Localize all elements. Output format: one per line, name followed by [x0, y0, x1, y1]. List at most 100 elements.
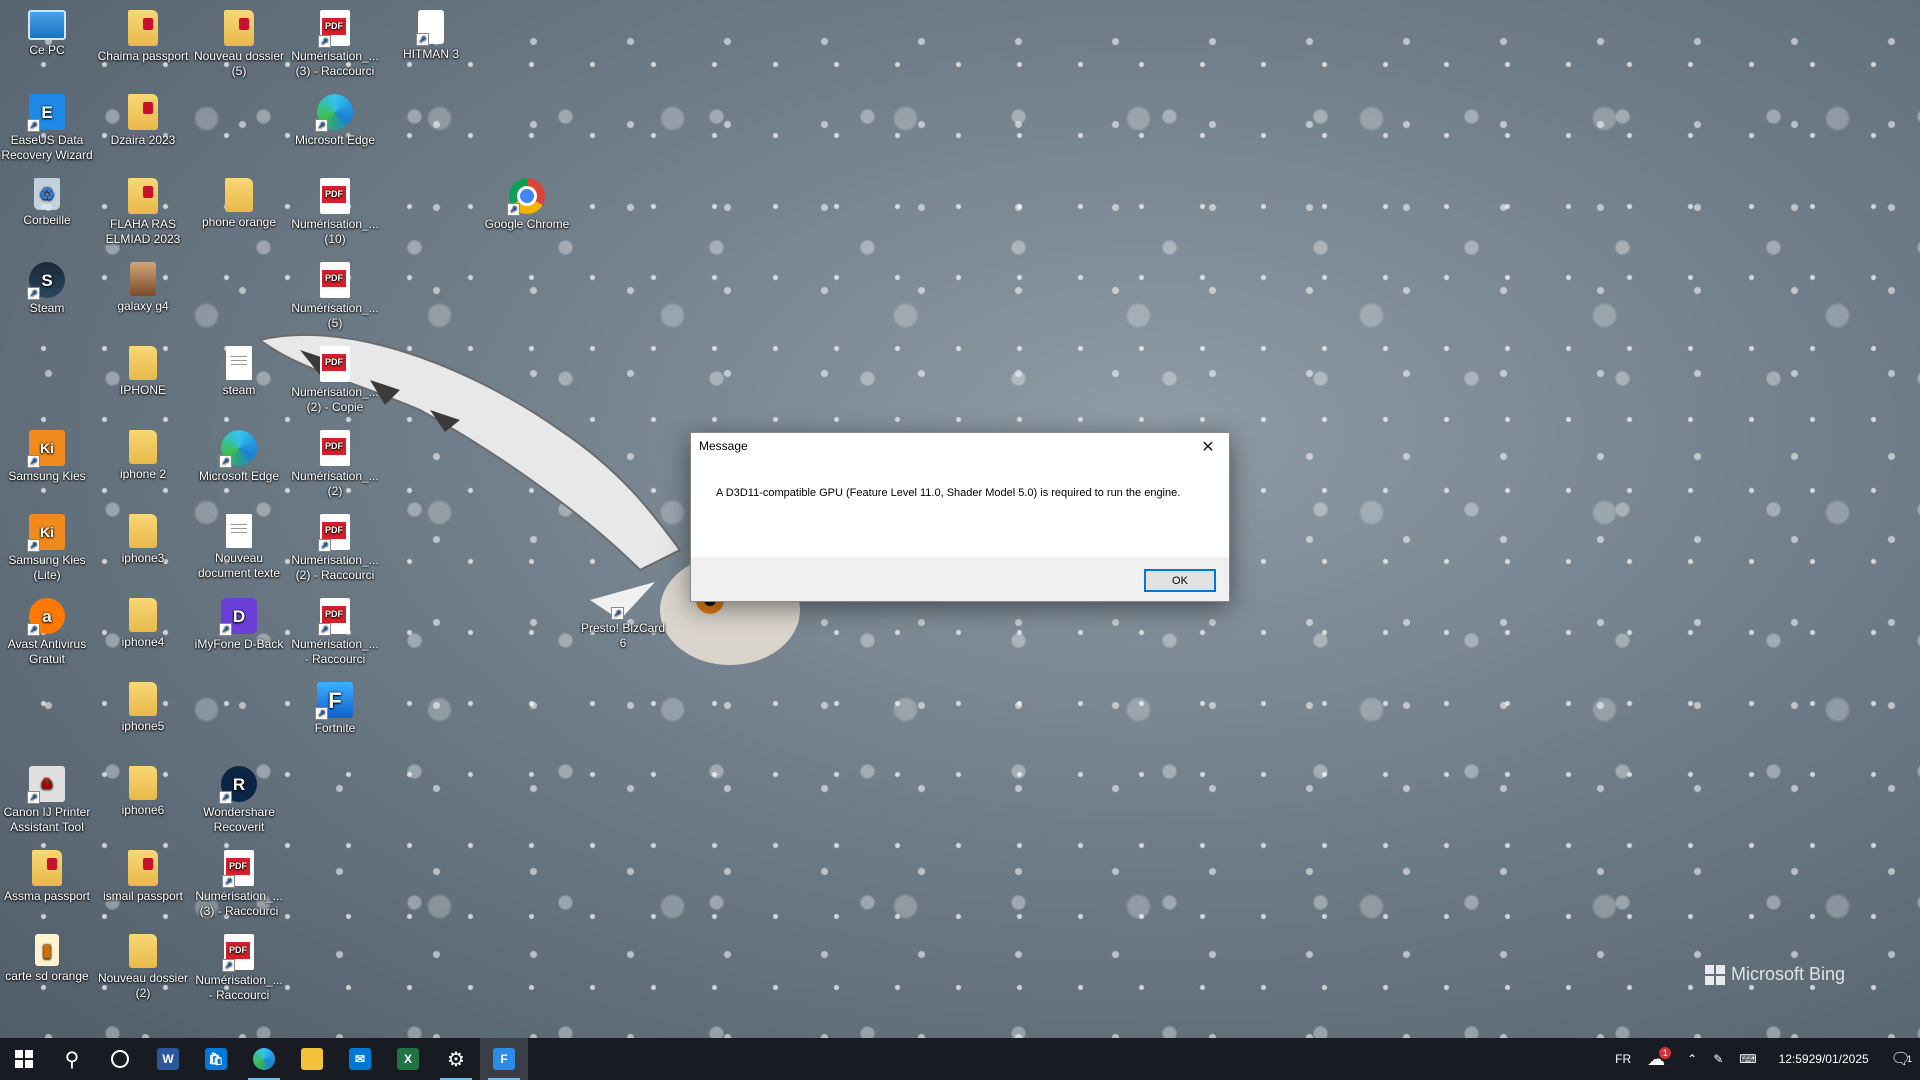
text-file-icon	[226, 514, 252, 548]
pdf-icon	[318, 10, 350, 48]
desktop-icon-numerisation-raccourci[interactable]: Numérisation_... - Raccourci	[289, 592, 381, 667]
desktop-icon-canon[interactable]: 🖨Canon IJ Printer Assistant Tool	[1, 760, 93, 835]
mail-icon: ✉	[349, 1048, 371, 1070]
bizcard-icon	[611, 598, 633, 620]
start-button[interactable]	[0, 1038, 48, 1080]
taskbar-mail[interactable]: ✉	[336, 1038, 384, 1080]
taskbar-word[interactable]: W	[144, 1038, 192, 1080]
desktop-icon-carte-sd[interactable]: ▮ carte sd orange	[1, 928, 93, 984]
desktop-icon-iphone[interactable]: IPHONE	[97, 340, 189, 398]
desktop-icon-nouveau-dossier-2[interactable]: Nouveau dossier (2)	[97, 928, 189, 1001]
desktop-icon-recycle-bin[interactable]: ♻ Corbeille	[1, 172, 93, 228]
taskbar-edge[interactable]	[240, 1038, 288, 1080]
folder-icon	[129, 766, 157, 800]
pdf-icon	[318, 514, 350, 552]
desktop-icon-iphone-2[interactable]: iphone 2	[97, 424, 189, 482]
desktop-icons: Ce PC EEaseUS Data Recovery Wizard ♻Corb…	[0, 0, 665, 1038]
desktop-icon-nouveau-dossier-5[interactable]: Nouveau dossier (5)	[193, 4, 285, 79]
desktop-icon-microsoft-edge[interactable]: Microsoft Edge	[193, 424, 285, 484]
samsung-kies-lite-icon: Ki	[27, 514, 65, 552]
recycle-bin-icon: ♻	[34, 178, 60, 210]
weather-badge: 1	[1659, 1047, 1672, 1059]
desktop-icon-dzaira[interactable]: Dzaira 2023	[97, 88, 189, 148]
cortana-button[interactable]	[96, 1038, 144, 1080]
easeus-icon: E	[27, 94, 65, 132]
folder-icon	[129, 430, 157, 464]
pdf-icon	[222, 850, 254, 888]
desktop-icon-phone-orange[interactable]: phone orange	[193, 172, 285, 230]
desktop-icon-samsung-kies[interactable]: KiSamsung Kies	[1, 424, 93, 484]
show-hidden-icons-chevron-up-icon[interactable]: ⌃	[1679, 1038, 1705, 1080]
fortnite-icon: F	[315, 682, 353, 720]
chrome-icon	[507, 178, 545, 216]
notification-count: 1	[1906, 1054, 1912, 1064]
desktop-icon-nouveau-document[interactable]: Nouveau document texte	[193, 508, 285, 581]
windows-start-icon	[15, 1050, 33, 1068]
desktop-icon-samsung-kies-lite[interactable]: KiSamsung Kies (Lite)	[1, 508, 93, 583]
desktop-icon-google-chrome[interactable]: Google Chrome	[481, 172, 573, 232]
desktop-icon-numerisation-2[interactable]: Numérisation_... (2)	[289, 424, 381, 499]
pdf-icon	[320, 178, 350, 214]
folder-icon	[129, 346, 157, 380]
pdf-icon	[320, 430, 350, 466]
language-indicator[interactable]: FR	[1607, 1038, 1639, 1080]
desktop-icon-numerisation-2-copie[interactable]: Numérisation_... (2) - Copie	[289, 340, 381, 415]
desktop-icon-presto-bizcard[interactable]: Presto! BizCard 6	[577, 592, 669, 651]
keyboard-icon[interactable]: ⌨	[1731, 1038, 1764, 1080]
dialog-title: Message	[699, 439, 748, 453]
ok-button[interactable]: OK	[1144, 569, 1216, 592]
desktop-icon-iphone4[interactable]: iphone4	[97, 592, 189, 650]
printer-icon: 🖨	[27, 766, 65, 804]
clock-time: 12:59	[1778, 1052, 1809, 1066]
taskbar-file-explorer[interactable]	[288, 1038, 336, 1080]
desktop-icon-imyfone[interactable]: DiMyFone D-Back	[193, 592, 285, 652]
taskbar-fortnite[interactable]: F	[480, 1038, 528, 1080]
pdf-icon	[320, 262, 350, 298]
desktop-icon-this-pc[interactable]: Ce PC	[1, 4, 93, 58]
folder-icon	[128, 94, 158, 130]
desktop-icon-microsoft-edge-2[interactable]: Microsoft Edge	[289, 88, 381, 148]
desktop-icon-steam[interactable]: SSteam	[1, 256, 93, 316]
desktop-icon-flaha[interactable]: FLAHA RAS ELMIAD 2023	[97, 172, 189, 247]
clock-date: 29/01/2025	[1808, 1052, 1869, 1066]
desktop-icon-numerisation-2-raccourci[interactable]: Numérisation_... (2) - Raccourci	[289, 508, 381, 583]
taskbar-excel[interactable]: X	[384, 1038, 432, 1080]
image-file-icon	[130, 262, 156, 296]
edge-icon	[253, 1048, 275, 1070]
desktop-icon-iphone3[interactable]: iphone3	[97, 508, 189, 566]
desktop-icon-wondershare[interactable]: RWondershare Recoverit	[193, 760, 285, 835]
desktop-icon-iphone5[interactable]: iphone5	[97, 676, 189, 734]
taskbar-settings[interactable]: ⚙	[432, 1038, 480, 1080]
folder-icon	[225, 178, 253, 212]
desktop-icon-numerisation-c[interactable]: Numérisation_... (3) - Raccourci	[289, 4, 381, 79]
folder-icon	[129, 682, 157, 716]
desktop-icon-galaxy-g4[interactable]: galaxy g4	[97, 256, 189, 314]
desktop-icon-iphone6[interactable]: iphone6	[97, 760, 189, 818]
clock[interactable]: 12:59 29/01/2025	[1765, 1038, 1883, 1080]
avast-icon: a	[27, 598, 65, 636]
desktop-icon-numerisation-10[interactable]: Numérisation_... (10)	[289, 172, 381, 247]
desktop-icon-steam-file[interactable]: steam	[193, 340, 285, 398]
desktop-icon-numerisation-5[interactable]: Numérisation_... (5)	[289, 256, 381, 331]
desktop-icon-numerisation-a[interactable]: Numérisation_... (3) - Raccourci	[193, 844, 285, 919]
desktop-icon-chaima-passport[interactable]: Chaima passport	[97, 4, 189, 64]
desktop-icon-avast[interactable]: aAvast Antivirus Gratuit	[1, 592, 93, 667]
desktop-icon-hitman-3[interactable]: HITMAN 3	[385, 4, 477, 62]
pdf-icon	[222, 934, 254, 972]
taskbar-store[interactable]: 🛍	[192, 1038, 240, 1080]
pen-icon[interactable]: ✎	[1705, 1038, 1731, 1080]
pdf-icon	[320, 346, 350, 382]
close-icon[interactable]: ✕	[1191, 433, 1225, 461]
weather-widget[interactable]: ☁ 1	[1639, 1038, 1679, 1080]
desktop-icon-easeus[interactable]: EEaseUS Data Recovery Wizard	[1, 88, 93, 163]
file-explorer-icon	[301, 1048, 323, 1070]
folder-icon	[128, 178, 158, 214]
steam-icon: S	[27, 262, 65, 300]
desktop-icon-numerisation-b[interactable]: Numérisation_... - Raccourci	[193, 928, 285, 1003]
search-button[interactable]: ⚲	[48, 1038, 96, 1080]
desktop-icon-ismail-passport[interactable]: ismail passport	[97, 844, 189, 904]
action-center-button[interactable]: 🗨 1	[1883, 1038, 1920, 1080]
system-tray: FR ☁ 1 ⌃ ✎ ⌨ 12:59 29/01/2025 🗨 1	[1607, 1038, 1920, 1080]
desktop-icon-fortnite[interactable]: FFortnite	[289, 676, 381, 736]
desktop-icon-assma-passport[interactable]: Assma passport	[1, 844, 93, 904]
